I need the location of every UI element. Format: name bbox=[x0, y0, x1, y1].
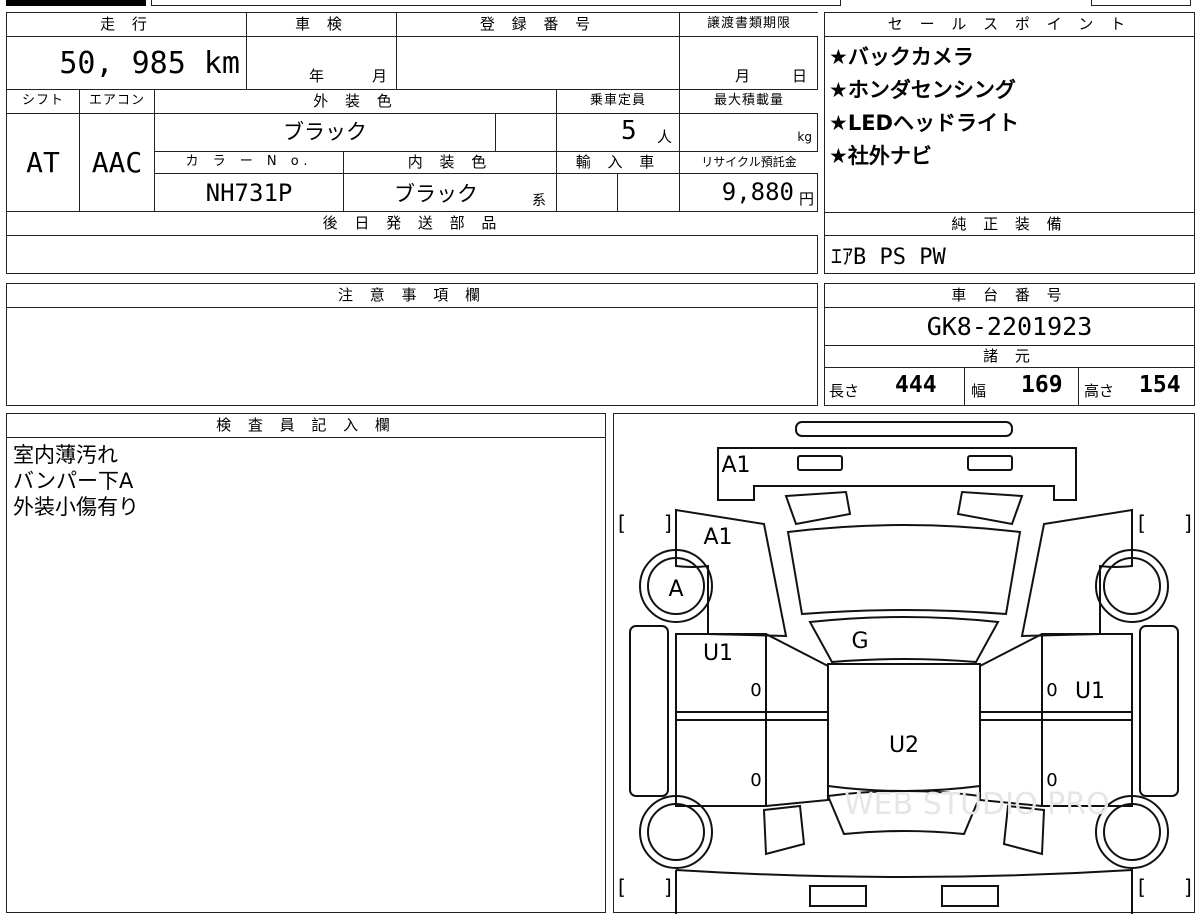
transfer-value: 月 日 bbox=[680, 37, 818, 90]
inspector-label: 検 査 員 記 入 欄 bbox=[7, 414, 605, 438]
sales-point: ★ホンダセンシング bbox=[829, 78, 1016, 102]
genuine-value: ｴｱB PS PW bbox=[831, 245, 946, 270]
note-line: バンパー下A bbox=[13, 469, 134, 493]
capacity-value: 5 人 bbox=[557, 114, 680, 152]
bracket: ] bbox=[1184, 875, 1192, 899]
import-value bbox=[557, 174, 618, 212]
sales-points-panel: セ ー ル ス ポ イ ン ト ★バックカメラ ★ホンダセンシング ★LEDヘッ… bbox=[824, 12, 1195, 274]
transfer-label: 譲渡書類期限 bbox=[680, 13, 818, 37]
chassis-value: GK8-2201923 bbox=[825, 308, 1194, 346]
damage-mark: U1 bbox=[703, 641, 733, 666]
damage-mark: 0 bbox=[750, 770, 761, 791]
chassis-label: 車 台 番 号 bbox=[825, 284, 1194, 308]
maxload-label: 最大積載量 bbox=[680, 90, 818, 114]
later-parts-value bbox=[7, 236, 818, 273]
spec-length: 長さ 444 bbox=[825, 368, 965, 405]
sales-point: ★LEDヘッドライト bbox=[829, 111, 1019, 135]
note-line: 外装小傷有り bbox=[13, 495, 139, 519]
damage-mark: U1 bbox=[1075, 679, 1105, 704]
vehicle-info-table: 走 行 車 検 登 録 番 号 譲渡書類期限 50, 985 km 年 月 月 … bbox=[6, 12, 818, 274]
registration-value bbox=[397, 37, 680, 90]
interior-label: 内 装 色 bbox=[344, 152, 557, 174]
color-no-label: カ ラ ー N o. bbox=[155, 152, 344, 174]
inspection-label: 車 検 bbox=[247, 13, 397, 37]
inspector-panel: 検 査 員 記 入 欄 室内薄汚れ バンパー下A 外装小傷有り bbox=[6, 413, 606, 913]
spec-width: 幅 169 bbox=[965, 368, 1079, 405]
sales-point: ★バックカメラ bbox=[829, 45, 974, 69]
damage-mark: U2 bbox=[889, 733, 919, 758]
damage-mark: A1 bbox=[721, 453, 750, 478]
bracket: [ bbox=[1138, 875, 1146, 899]
mileage-value: 50, 985 km bbox=[7, 37, 247, 90]
damage-mark: 0 bbox=[750, 680, 761, 701]
sales-point: ★社外ナビ bbox=[829, 144, 932, 168]
recycle-value: 9,880 円 bbox=[680, 174, 818, 212]
car-outline-svg: A1 A1 A G U1 U1 U2 0 0 0 0 [ ] [ ] [ ] [… bbox=[618, 421, 1192, 914]
damage-mark: A bbox=[668, 577, 683, 602]
exterior-extra bbox=[496, 114, 557, 152]
bracket: ] bbox=[664, 875, 672, 899]
sales-points-label: セ ー ル ス ポ イ ン ト bbox=[825, 13, 1194, 37]
damage-mark: 0 bbox=[1046, 680, 1057, 701]
recycle-label: リサイクル預託金 bbox=[680, 152, 818, 174]
interior-value: ブラック 系 bbox=[344, 174, 557, 212]
caution-panel: 注 意 事 項 欄 bbox=[6, 283, 818, 406]
aircon-value: AAC bbox=[80, 114, 155, 212]
damage-mark: A1 bbox=[703, 525, 732, 550]
caution-label: 注 意 事 項 欄 bbox=[7, 284, 817, 308]
mileage-label: 走 行 bbox=[7, 13, 247, 37]
bracket: ] bbox=[1184, 511, 1192, 535]
top-strip bbox=[6, 0, 1191, 8]
genuine-label: 純 正 装 備 bbox=[825, 212, 1194, 236]
inspector-notes: 室内薄汚れ バンパー下A 外装小傷有り bbox=[13, 442, 139, 520]
shift-label: シフト bbox=[7, 90, 80, 114]
exterior-label: 外 装 色 bbox=[155, 90, 557, 114]
import-label: 輸 入 車 bbox=[557, 152, 680, 174]
later-parts-label: 後 日 発 送 部 品 bbox=[7, 212, 818, 236]
exterior-value: ブラック bbox=[155, 114, 496, 152]
capacity-label: 乗車定員 bbox=[557, 90, 680, 114]
damage-mark: G bbox=[851, 629, 868, 654]
watermark: WEB STUDIO PRO bbox=[844, 787, 1110, 822]
aircon-label: エアコン bbox=[80, 90, 155, 114]
shift-value: AT bbox=[7, 114, 80, 212]
damage-marks: A1 A1 A G U1 U1 U2 0 0 0 0 bbox=[668, 453, 1105, 791]
color-no-value: NH731P bbox=[155, 174, 344, 212]
spec-height: 高さ 154 bbox=[1084, 372, 1181, 400]
import-extra bbox=[618, 174, 680, 212]
bracket: ] bbox=[664, 511, 672, 535]
specs-label: 諸 元 bbox=[825, 346, 1194, 368]
bracket: [ bbox=[618, 875, 626, 899]
sales-points-list: ★バックカメラ ★ホンダセンシング ★LEDヘッドライト ★社外ナビ bbox=[825, 41, 1194, 173]
chassis-panel: 車 台 番 号 GK8-2201923 諸 元 長さ 444 幅 169 高さ … bbox=[824, 283, 1195, 406]
car-damage-diagram: A1 A1 A G U1 U1 U2 0 0 0 0 [ ] [ ] [ ] [… bbox=[613, 413, 1195, 914]
registration-label: 登 録 番 号 bbox=[397, 13, 680, 37]
maxload-value: kg bbox=[680, 114, 818, 152]
bracket: [ bbox=[618, 511, 626, 535]
inspection-value: 年 月 bbox=[247, 37, 397, 90]
note-line: 室内薄汚れ bbox=[13, 443, 118, 467]
bracket: [ bbox=[1138, 511, 1146, 535]
